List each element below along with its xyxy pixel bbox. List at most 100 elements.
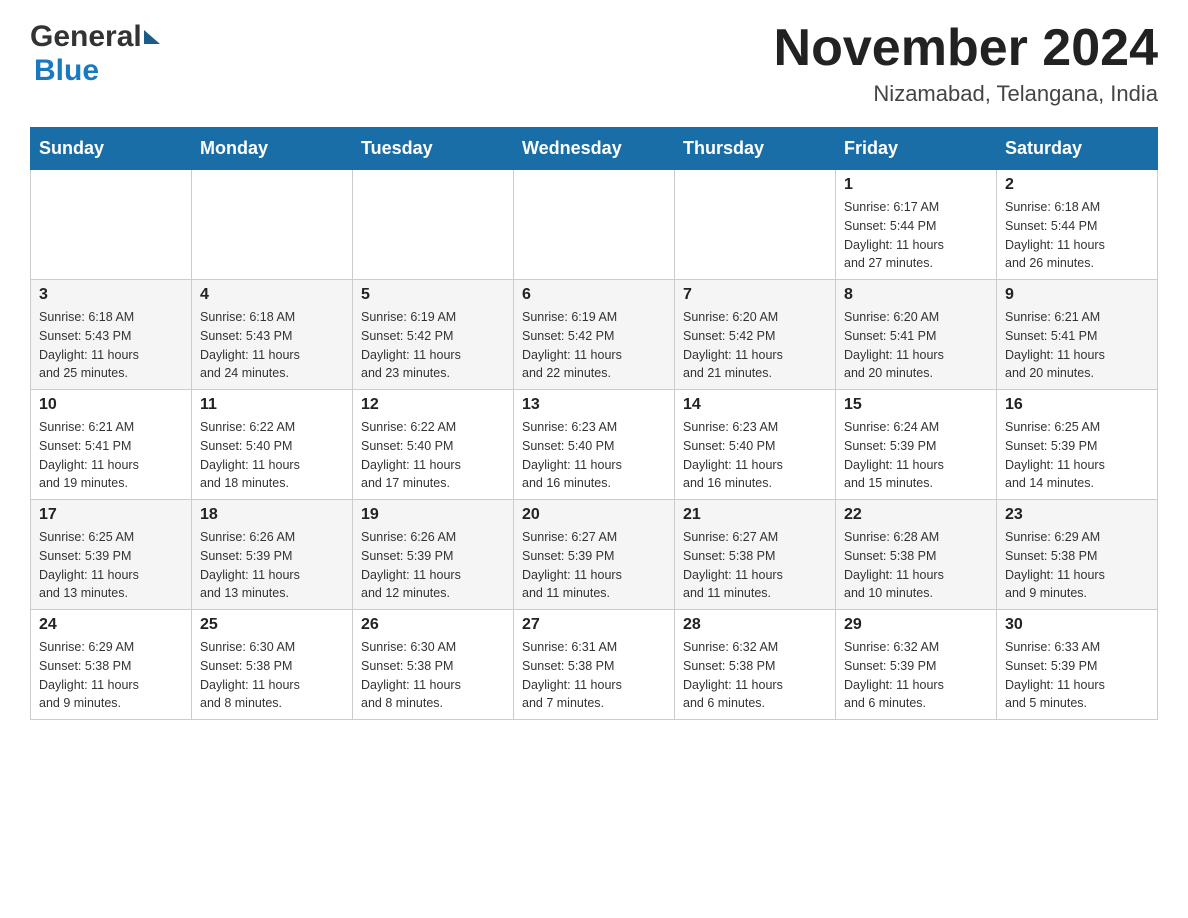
day-info: Sunrise: 6:27 AM Sunset: 5:39 PM Dayligh… — [522, 528, 666, 603]
weekday-header-tuesday: Tuesday — [353, 128, 514, 170]
day-number: 3 — [39, 286, 183, 304]
day-number: 14 — [683, 396, 827, 414]
weekday-header-friday: Friday — [836, 128, 997, 170]
calendar-cell — [31, 170, 192, 280]
day-number: 27 — [522, 616, 666, 634]
day-number: 5 — [361, 286, 505, 304]
day-info: Sunrise: 6:29 AM Sunset: 5:38 PM Dayligh… — [39, 638, 183, 713]
calendar-cell: 22 Sunrise: 6:28 AM Sunset: 5:38 PM Dayli… — [836, 500, 997, 610]
calendar-cell: 2Sunrise: 6:18 AM Sunset: 5:44 PM Daylig… — [997, 170, 1158, 280]
calendar-cell: 29 Sunrise: 6:32 AM Sunset: 5:39 PM Dayli… — [836, 610, 997, 720]
calendar-cell: 19 Sunrise: 6:26 AM Sunset: 5:39 PM Dayli… — [353, 500, 514, 610]
calendar-cell: 13 Sunrise: 6:23 AM Sunset: 5:40 PM Dayli… — [514, 390, 675, 500]
calendar-cell: 26 Sunrise: 6:30 AM Sunset: 5:38 PM Dayli… — [353, 610, 514, 720]
calendar-week-row: 10 Sunrise: 6:21 AM Sunset: 5:41 PM Dayli… — [31, 390, 1158, 500]
day-info: Sunrise: 6:30 AM Sunset: 5:38 PM Dayligh… — [361, 638, 505, 713]
calendar-cell: 17Sunrise: 6:25 AM Sunset: 5:39 PM Dayli… — [31, 500, 192, 610]
calendar-cell: 25 Sunrise: 6:30 AM Sunset: 5:38 PM Dayli… — [192, 610, 353, 720]
day-number: 26 — [361, 616, 505, 634]
calendar-week-row: 17Sunrise: 6:25 AM Sunset: 5:39 PM Dayli… — [31, 500, 1158, 610]
calendar-cell: 18 Sunrise: 6:26 AM Sunset: 5:39 PM Dayli… — [192, 500, 353, 610]
calendar-cell: 5 Sunrise: 6:19 AM Sunset: 5:42 PM Daylig… — [353, 280, 514, 390]
calendar-cell: 16 Sunrise: 6:25 AM Sunset: 5:39 PM Dayli… — [997, 390, 1158, 500]
calendar-cell: 1Sunrise: 6:17 AM Sunset: 5:44 PM Daylig… — [836, 170, 997, 280]
calendar-cell — [514, 170, 675, 280]
weekday-header-wednesday: Wednesday — [514, 128, 675, 170]
day-info: Sunrise: 6:21 AM Sunset: 5:41 PM Dayligh… — [39, 418, 183, 493]
calendar-cell — [675, 170, 836, 280]
day-info: Sunrise: 6:23 AM Sunset: 5:40 PM Dayligh… — [683, 418, 827, 493]
calendar-cell: 10 Sunrise: 6:21 AM Sunset: 5:41 PM Dayli… — [31, 390, 192, 500]
calendar-cell: 3 Sunrise: 6:18 AM Sunset: 5:43 PM Daylig… — [31, 280, 192, 390]
day-number: 30 — [1005, 616, 1149, 634]
day-number: 29 — [844, 616, 988, 634]
day-info: Sunrise: 6:19 AM Sunset: 5:42 PM Dayligh… — [361, 308, 505, 383]
weekday-header-saturday: Saturday — [997, 128, 1158, 170]
day-number: 24 — [39, 616, 183, 634]
calendar-cell: 20 Sunrise: 6:27 AM Sunset: 5:39 PM Dayli… — [514, 500, 675, 610]
logo-arrow-icon — [144, 30, 160, 44]
day-number: 8 — [844, 286, 988, 304]
calendar-cell: 21Sunrise: 6:27 AM Sunset: 5:38 PM Dayli… — [675, 500, 836, 610]
day-info: Sunrise: 6:24 AM Sunset: 5:39 PM Dayligh… — [844, 418, 988, 493]
calendar-cell: 28 Sunrise: 6:32 AM Sunset: 5:38 PM Dayli… — [675, 610, 836, 720]
calendar-cell: 4 Sunrise: 6:18 AM Sunset: 5:43 PM Daylig… — [192, 280, 353, 390]
logo-general-text: General — [30, 20, 142, 54]
calendar-cell: 6 Sunrise: 6:19 AM Sunset: 5:42 PM Daylig… — [514, 280, 675, 390]
day-number: 16 — [1005, 396, 1149, 414]
day-number: 28 — [683, 616, 827, 634]
day-number: 7 — [683, 286, 827, 304]
calendar-cell: 27Sunrise: 6:31 AM Sunset: 5:38 PM Dayli… — [514, 610, 675, 720]
day-info: Sunrise: 6:20 AM Sunset: 5:41 PM Dayligh… — [844, 308, 988, 383]
day-number: 23 — [1005, 506, 1149, 524]
calendar-cell: 30 Sunrise: 6:33 AM Sunset: 5:39 PM Dayli… — [997, 610, 1158, 720]
day-info: Sunrise: 6:29 AM Sunset: 5:38 PM Dayligh… — [1005, 528, 1149, 603]
day-number: 4 — [200, 286, 344, 304]
calendar-cell: 15 Sunrise: 6:24 AM Sunset: 5:39 PM Dayli… — [836, 390, 997, 500]
day-info: Sunrise: 6:25 AM Sunset: 5:39 PM Dayligh… — [1005, 418, 1149, 493]
day-info: Sunrise: 6:19 AM Sunset: 5:42 PM Dayligh… — [522, 308, 666, 383]
day-number: 18 — [200, 506, 344, 524]
day-info: Sunrise: 6:20 AM Sunset: 5:42 PM Dayligh… — [683, 308, 827, 383]
calendar-week-row: 1Sunrise: 6:17 AM Sunset: 5:44 PM Daylig… — [31, 170, 1158, 280]
day-number: 25 — [200, 616, 344, 634]
day-number: 13 — [522, 396, 666, 414]
day-number: 6 — [522, 286, 666, 304]
weekday-header-monday: Monday — [192, 128, 353, 170]
day-info: Sunrise: 6:17 AM Sunset: 5:44 PM Dayligh… — [844, 198, 988, 273]
day-info: Sunrise: 6:28 AM Sunset: 5:38 PM Dayligh… — [844, 528, 988, 603]
day-number: 9 — [1005, 286, 1149, 304]
day-number: 15 — [844, 396, 988, 414]
day-info: Sunrise: 6:30 AM Sunset: 5:38 PM Dayligh… — [200, 638, 344, 713]
weekday-header-thursday: Thursday — [675, 128, 836, 170]
day-number: 10 — [39, 396, 183, 414]
calendar-cell: 8 Sunrise: 6:20 AM Sunset: 5:41 PM Daylig… — [836, 280, 997, 390]
calendar-table: SundayMondayTuesdayWednesdayThursdayFrid… — [30, 127, 1158, 720]
day-number: 17 — [39, 506, 183, 524]
page-header: General Blue November 2024 Nizamabad, Te… — [30, 20, 1158, 107]
calendar-cell: 24 Sunrise: 6:29 AM Sunset: 5:38 PM Dayli… — [31, 610, 192, 720]
calendar-cell — [192, 170, 353, 280]
day-info: Sunrise: 6:23 AM Sunset: 5:40 PM Dayligh… — [522, 418, 666, 493]
day-info: Sunrise: 6:18 AM Sunset: 5:43 PM Dayligh… — [200, 308, 344, 383]
day-info: Sunrise: 6:22 AM Sunset: 5:40 PM Dayligh… — [361, 418, 505, 493]
calendar-week-row: 24 Sunrise: 6:29 AM Sunset: 5:38 PM Dayli… — [31, 610, 1158, 720]
day-number: 12 — [361, 396, 505, 414]
day-number: 19 — [361, 506, 505, 524]
day-info: Sunrise: 6:18 AM Sunset: 5:43 PM Dayligh… — [39, 308, 183, 383]
calendar-header-row: SundayMondayTuesdayWednesdayThursdayFrid… — [31, 128, 1158, 170]
day-info: Sunrise: 6:32 AM Sunset: 5:38 PM Dayligh… — [683, 638, 827, 713]
day-number: 22 — [844, 506, 988, 524]
day-info: Sunrise: 6:26 AM Sunset: 5:39 PM Dayligh… — [361, 528, 505, 603]
day-number: 11 — [200, 396, 344, 414]
logo-blue-text: Blue — [30, 54, 99, 88]
calendar-cell: 23 Sunrise: 6:29 AM Sunset: 5:38 PM Dayli… — [997, 500, 1158, 610]
location: Nizamabad, Telangana, India — [774, 81, 1158, 107]
day-info: Sunrise: 6:33 AM Sunset: 5:39 PM Dayligh… — [1005, 638, 1149, 713]
day-info: Sunrise: 6:21 AM Sunset: 5:41 PM Dayligh… — [1005, 308, 1149, 383]
day-info: Sunrise: 6:26 AM Sunset: 5:39 PM Dayligh… — [200, 528, 344, 603]
day-info: Sunrise: 6:32 AM Sunset: 5:39 PM Dayligh… — [844, 638, 988, 713]
day-number: 21 — [683, 506, 827, 524]
calendar-cell: 14 Sunrise: 6:23 AM Sunset: 5:40 PM Dayli… — [675, 390, 836, 500]
day-number: 20 — [522, 506, 666, 524]
